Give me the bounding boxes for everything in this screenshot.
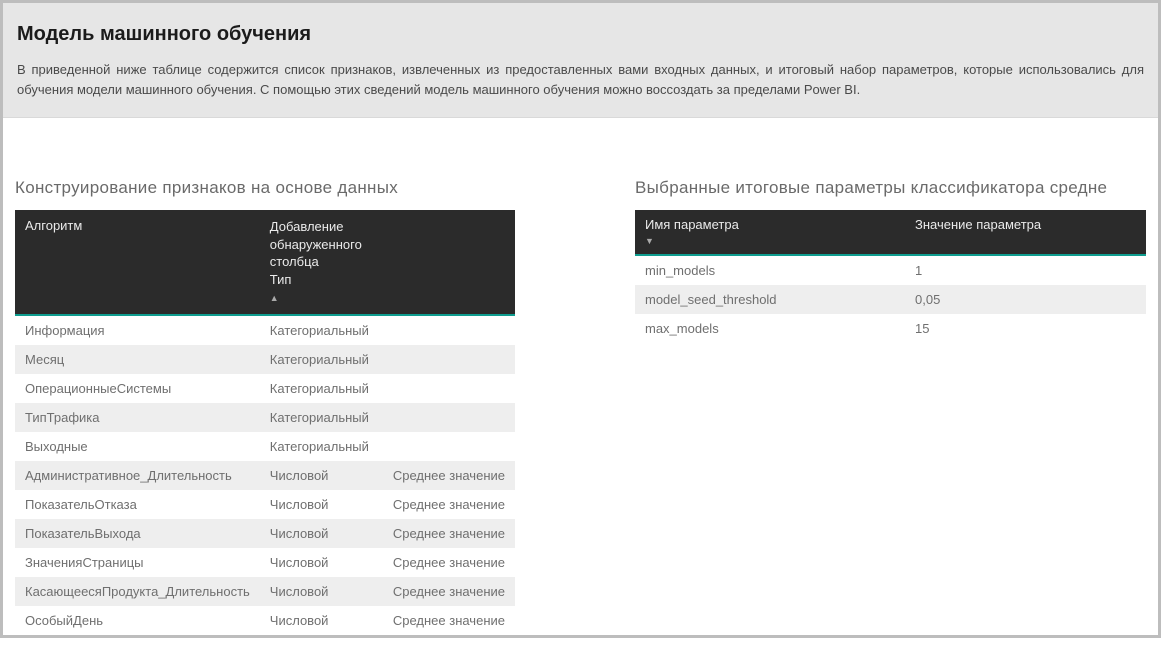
feature-section-title: Конструирование признаков на основе данн… [15,178,515,198]
feature-col-algorithm[interactable]: Алгоритм [15,210,260,315]
feature-col-detail[interactable] [383,210,515,315]
cell-type: Категориальный [260,315,383,345]
cell-algorithm: ТипТрафика [15,403,260,432]
feature-col-type-line1: Добавление обнаруженного столбца [270,219,362,269]
cell-algorithm: Месяц [15,345,260,374]
table-row[interactable]: ПоказательВыходаЧисловойСреднее значение [15,519,515,548]
cell-algorithm: ОсобыйДень [15,606,260,635]
table-row[interactable]: ОперационныеСистемыКатегориальный [15,374,515,403]
feature-col-type-line2: Тип [270,272,292,287]
cell-type: Категориальный [260,345,383,374]
content-area: Конструирование признаков на основе данн… [3,118,1158,655]
cell-detail: Среднее значение [383,519,515,548]
header-panel: Модель машинного обучения В приведенной … [3,3,1158,118]
cell-detail: Среднее значение [383,606,515,635]
table-row[interactable]: ПоказательОтказаЧисловойСреднее значение [15,490,515,519]
cell-algorithm: Информация [15,315,260,345]
cell-algorithm: Административное_Длительность [15,461,260,490]
sort-desc-icon: ▼ [645,236,654,246]
table-row[interactable]: ИнформацияКатегориальный [15,315,515,345]
table-row[interactable]: model_seed_threshold0,05 [635,285,1146,314]
feature-table: Алгоритм Добавление обнаруженного столбц… [15,210,515,635]
table-row[interactable]: ЗначенияСтраницыЧисловойСреднее значение [15,548,515,577]
cell-algorithm: ПоказательВыхода [15,519,260,548]
table-row[interactable]: max_models15 [635,314,1146,343]
cell-detail [383,374,515,403]
cell-detail [383,315,515,345]
cell-param-name: min_models [635,255,905,285]
hyperparams-section: Выбранные итоговые параметры классификат… [635,178,1146,635]
cell-type: Числовой [260,606,383,635]
table-row[interactable]: Административное_ДлительностьЧисловойСре… [15,461,515,490]
cell-detail [383,432,515,461]
cell-param-value: 15 [905,314,1146,343]
hyperparams-table: Имя параметра ▼ Значение параметра min_m… [635,210,1146,343]
cell-detail: Среднее значение [383,490,515,519]
cell-type: Категориальный [260,374,383,403]
table-row[interactable]: ТипТрафикаКатегориальный [15,403,515,432]
cell-algorithm: Выходные [15,432,260,461]
cell-param-name: model_seed_threshold [635,285,905,314]
table-row[interactable]: ОсобыйДеньЧисловойСреднее значение [15,606,515,635]
cell-param-value: 1 [905,255,1146,285]
sort-asc-icon: ▲ [270,293,279,303]
cell-param-name: max_models [635,314,905,343]
cell-type: Числовой [260,490,383,519]
table-row[interactable]: КасающеесяПродукта_ДлительностьЧисловойС… [15,577,515,606]
table-row[interactable]: ВыходныеКатегориальный [15,432,515,461]
cell-algorithm: ПоказательОтказа [15,490,260,519]
cell-detail: Среднее значение [383,577,515,606]
cell-detail [383,403,515,432]
cell-type: Числовой [260,548,383,577]
param-col-name-label: Имя параметра [645,217,739,232]
cell-type: Категориальный [260,432,383,461]
table-row[interactable]: min_models1 [635,255,1146,285]
param-col-name[interactable]: Имя параметра ▼ [635,210,905,255]
cell-algorithm: КасающеесяПродукта_Длительность [15,577,260,606]
page-title: Модель машинного обучения [17,23,1144,46]
feature-engineering-section: Конструирование признаков на основе данн… [15,178,515,635]
table-row[interactable]: МесяцКатегориальный [15,345,515,374]
cell-param-value: 0,05 [905,285,1146,314]
cell-type: Категориальный [260,403,383,432]
hyperparams-section-title: Выбранные итоговые параметры классификат… [635,178,1146,198]
cell-type: Числовой [260,519,383,548]
cell-detail: Среднее значение [383,461,515,490]
cell-detail [383,345,515,374]
cell-type: Числовой [260,577,383,606]
feature-col-type[interactable]: Добавление обнаруженного столбца Тип ▲ [260,210,383,315]
cell-type: Числовой [260,461,383,490]
param-col-value[interactable]: Значение параметра [905,210,1146,255]
cell-algorithm: ОперационныеСистемы [15,374,260,403]
cell-algorithm: ЗначенияСтраницы [15,548,260,577]
page-description: В приведенной ниже таблице содержится сп… [17,60,1144,99]
cell-detail: Среднее значение [383,548,515,577]
